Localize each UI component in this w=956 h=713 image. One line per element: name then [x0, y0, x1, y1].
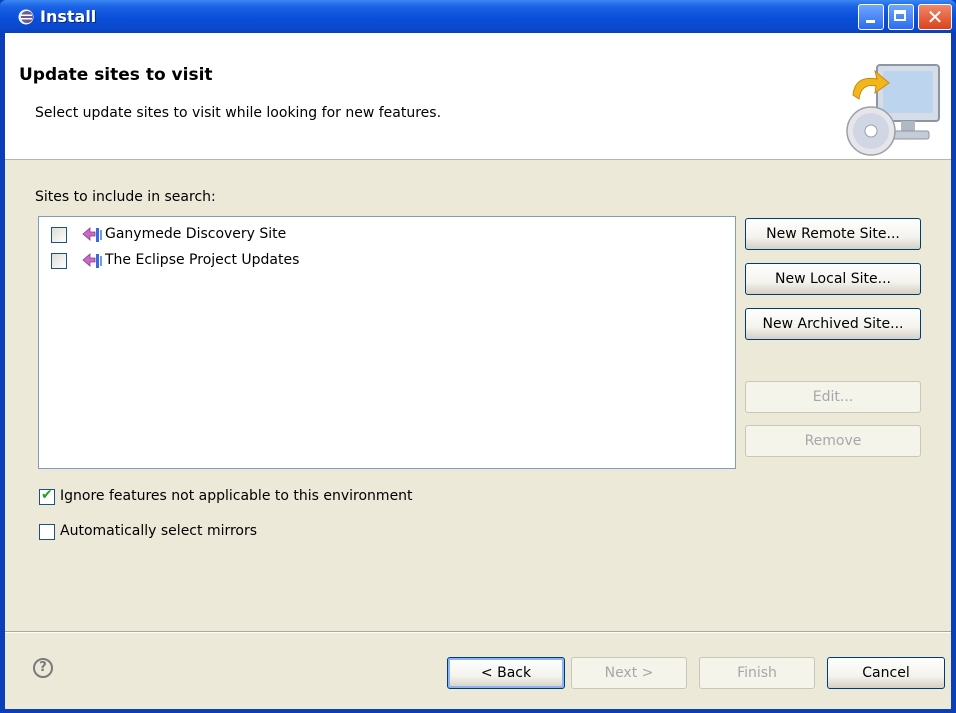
page-title: Update sites to visit	[19, 65, 213, 85]
wizard-header: Update sites to visit Select update site…	[5, 33, 951, 160]
auto-mirrors-checkbox[interactable]	[39, 524, 55, 540]
help-icon[interactable]: ?	[33, 658, 53, 678]
back-button[interactable]: < Back	[447, 657, 565, 689]
install-window: Install ✕ Update sites to visit Select u…	[0, 0, 956, 713]
site-checkbox[interactable]	[51, 253, 67, 269]
ignore-features-checkbox[interactable]: ✔	[39, 487, 55, 505]
close-button[interactable]: ✕	[918, 4, 952, 30]
finish-button[interactable]: Finish	[699, 657, 815, 689]
eclipse-icon	[18, 9, 34, 25]
next-button[interactable]: Next >	[571, 657, 687, 689]
ignore-features-label: Ignore features not applicable to this e…	[60, 488, 413, 504]
new-remote-site-button[interactable]: New Remote Site...	[745, 218, 921, 250]
edit-button[interactable]: Edit...	[745, 381, 921, 413]
site-checkbox[interactable]	[51, 227, 67, 243]
maximize-button[interactable]	[888, 4, 914, 30]
site-label: The Eclipse Project Updates	[105, 252, 300, 268]
title-bar[interactable]: Install ✕	[0, 0, 956, 33]
footer-separator	[5, 631, 951, 633]
site-label: Ganymede Discovery Site	[105, 226, 287, 242]
install-computer-cd-icon	[846, 64, 940, 156]
checkmark-icon: ✔	[41, 487, 53, 503]
new-archived-site-button[interactable]: New Archived Site...	[745, 308, 921, 340]
remove-button[interactable]: Remove	[745, 425, 921, 457]
close-icon: ✕	[926, 5, 944, 29]
window-title: Install	[40, 7, 97, 26]
auto-mirrors-label: Automatically select mirrors	[60, 523, 258, 539]
cancel-button[interactable]: Cancel	[827, 657, 945, 689]
page-description: Select update sites to visit while looki…	[35, 105, 442, 121]
new-local-site-button[interactable]: New Local Site...	[745, 263, 921, 295]
update-site-icon	[82, 227, 102, 242]
sites-label: Sites to include in search:	[35, 189, 216, 205]
update-site-icon	[82, 253, 102, 268]
minimize-button[interactable]	[858, 4, 884, 30]
dialog-body: Update sites to visit Select update site…	[5, 33, 951, 709]
sites-list[interactable]: Ganymede Discovery Site The Eclipse Proj…	[38, 216, 736, 469]
